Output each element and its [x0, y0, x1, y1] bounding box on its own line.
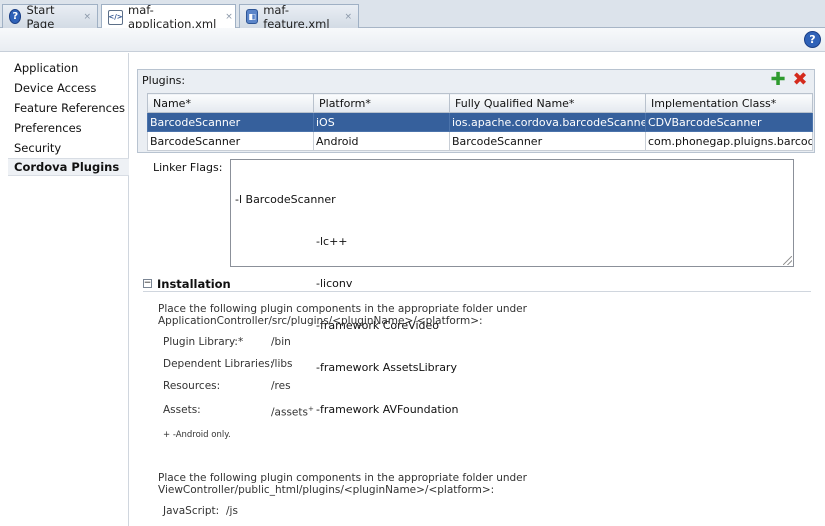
help-button[interactable]: ? — [804, 31, 821, 48]
feature-file-icon: ◧ — [246, 9, 259, 24]
nav-item-feature-references[interactable]: Feature References — [8, 99, 129, 117]
installation-section-header[interactable]: − Installation — [143, 276, 811, 292]
dependent-libraries-label: Dependent Libraries: — [163, 358, 274, 370]
tab-label: maf-feature.xml — [263, 2, 330, 31]
android-only-note: + -Android only. — [163, 430, 231, 440]
table-cell[interactable]: ios.apache.cordova.barcodeScanner — [449, 112, 646, 132]
plugins-label: Plugins: — [142, 74, 186, 87]
tab-close-icon[interactable]: × — [344, 12, 352, 22]
main-content: Plugins: ✚ ✖ Name* Platform* Fully Quali… — [130, 53, 825, 526]
tab-label: Start Page — [26, 2, 55, 31]
linker-flag-line: -l BarcodeScanner — [235, 193, 336, 206]
installation-intro-text-2: Place the following plugin components in… — [158, 472, 527, 496]
table-header-row: Name* Platform* Fully Qualified Name* Im… — [147, 93, 813, 113]
add-plugin-icon[interactable]: ✚ — [770, 71, 786, 89]
table-row[interactable]: BarcodeScanner Android BarcodeScanner co… — [147, 131, 813, 151]
javascript-value: /js — [226, 505, 238, 517]
linker-flag-line: -framework AVFoundation — [316, 403, 459, 416]
nav-item-preferences[interactable]: Preferences — [8, 119, 129, 137]
assets-value: /assets+ — [271, 405, 314, 419]
collapse-icon[interactable]: − — [143, 279, 152, 288]
resize-grip-icon[interactable] — [783, 256, 792, 265]
assets-label: Assets: — [163, 404, 201, 416]
table-cell[interactable]: BarcodeScanner — [147, 112, 314, 132]
linker-flags-textarea[interactable]: -l BarcodeScanner -lc++ -liconv -framewo… — [230, 159, 794, 416]
nav-item-application[interactable]: Application — [8, 59, 129, 77]
resources-label: Resources: — [163, 380, 221, 392]
delete-plugin-icon[interactable]: ✖ — [792, 71, 808, 89]
tab-close-icon[interactable]: × — [83, 12, 91, 22]
column-header-implementation-class[interactable]: Implementation Class* — [645, 93, 813, 113]
installation-title: Installation — [157, 276, 231, 291]
plugin-library-label: Plugin Library:* — [163, 336, 244, 348]
table-cell[interactable]: BarcodeScanner — [147, 131, 314, 151]
editor-tab-strip: ? Start Page × </> maf-application.xml ×… — [0, 0, 825, 31]
column-header-fully-qualified-name[interactable]: Fully Qualified Name* — [449, 93, 646, 113]
nav-item-device-access[interactable]: Device Access — [8, 79, 129, 97]
linker-flag-line: -framework AssetsLibrary — [316, 361, 457, 374]
nav-item-security[interactable]: Security — [8, 139, 129, 157]
editor-toolbar: ? — [0, 28, 825, 52]
column-header-platform[interactable]: Platform* — [313, 93, 450, 113]
table-cell[interactable]: BarcodeScanner — [449, 131, 646, 151]
javascript-label: JavaScript: — [163, 505, 220, 517]
table-cell[interactable]: com.phonegap.pluigns.barcode... — [645, 131, 813, 151]
assets-path: /assets — [271, 406, 308, 419]
column-header-name[interactable]: Name* — [147, 93, 314, 113]
table-cell[interactable]: CDVBarcodeScanner — [645, 112, 813, 132]
linker-flags-label: Linker Flags: — [153, 161, 223, 174]
resources-value: /res — [271, 380, 291, 392]
help-icon: ? — [9, 9, 22, 24]
nav-item-cordova-plugins[interactable]: Cordova Plugins — [8, 158, 129, 176]
tab-start-page[interactable]: ? Start Page × — [2, 2, 98, 31]
tab-maf-application[interactable]: </> maf-application.xml × — [101, 3, 236, 31]
overview-nav: Application Device Access Feature Refere… — [0, 53, 129, 526]
android-only-marker: + — [307, 405, 314, 413]
xml-file-icon: </> — [108, 9, 123, 25]
installation-intro-text: Place the following plugin components in… — [158, 303, 527, 327]
plugins-panel: Plugins: ✚ ✖ Name* Platform* Fully Quali… — [137, 69, 815, 153]
tab-close-icon[interactable]: × — [225, 12, 233, 22]
tab-label: maf-application.xml — [128, 3, 217, 31]
table-cell[interactable]: iOS — [313, 112, 450, 132]
table-cell[interactable]: Android — [313, 131, 450, 151]
dependent-libraries-value: /libs — [271, 358, 293, 370]
plugin-library-value: /bin — [271, 336, 291, 348]
tab-maf-feature[interactable]: ◧ maf-feature.xml × — [239, 2, 359, 31]
linker-flag-line: -lc++ — [316, 235, 348, 248]
table-row[interactable]: BarcodeScanner iOS ios.apache.cordova.ba… — [147, 112, 813, 132]
plugins-table: Name* Platform* Fully Qualified Name* Im… — [147, 93, 813, 151]
